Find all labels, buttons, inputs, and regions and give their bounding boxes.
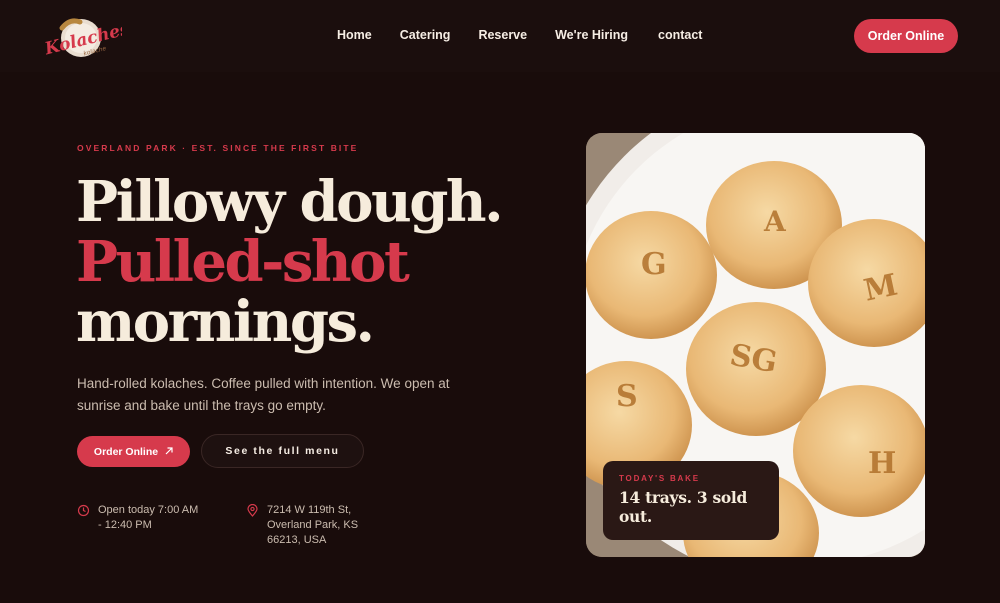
- bun-letter-g: G: [641, 247, 667, 282]
- brand-logo[interactable]: Kolaches kolache: [40, 10, 132, 64]
- nav-links: Home Catering Reserve We're Hiring conta…: [337, 28, 702, 42]
- nav-link-reserve[interactable]: Reserve: [478, 28, 527, 42]
- nav-link-catering[interactable]: Catering: [400, 28, 451, 42]
- hours-text: Open today 7:00 AM - 12:40 PM: [98, 504, 199, 531]
- bun-letter-m: M: [861, 268, 901, 309]
- nav-link-hiring[interactable]: We're Hiring: [555, 28, 628, 42]
- opening-hours: Open today 7:00 AM - 12:40 PM: [77, 503, 198, 533]
- bake-card-text: 14 trays. 3 sold out.: [619, 488, 748, 526]
- nav-link-home[interactable]: Home: [337, 28, 372, 42]
- address-text[interactable]: 7214 W 119th St, Overland Park, KS 66213…: [267, 503, 358, 548]
- location-pin-icon: [246, 503, 259, 517]
- headline-line-3: mornings.: [76, 289, 375, 355]
- clock-icon: [77, 504, 90, 517]
- store-address: 7214 W 119th St, Overland Park, KS 66213…: [246, 503, 358, 548]
- order-online-button[interactable]: Order Online: [77, 436, 190, 467]
- headline-line-2: Pulled-shot: [76, 229, 410, 295]
- bun-letter-a: A: [763, 205, 787, 238]
- hero-description: Hand-rolled kolaches. Coffee pulled with…: [77, 376, 450, 413]
- order-online-label: Order Online: [93, 445, 159, 458]
- headline-line-1: Pillowy dough.: [76, 169, 504, 235]
- bake-card-label: TODAY'S BAKE: [619, 474, 700, 483]
- full-menu-button[interactable]: See the full menu: [201, 434, 364, 468]
- bun-letter-h: H: [868, 446, 896, 481]
- order-online-nav-button[interactable]: Order Online: [854, 19, 958, 53]
- hero-eyebrow: OVERLAND PARK · EST. SINCE THE FIRST BIT…: [77, 143, 359, 153]
- hero-headline: Pillowy dough. Pulled-shot mornings.: [76, 169, 504, 355]
- bun-h: [793, 385, 925, 517]
- bun-letter-s: S: [616, 379, 638, 414]
- nav-link-contact[interactable]: contact: [658, 28, 702, 42]
- top-navigation: Kolaches kolache Home Catering Reserve W…: [0, 0, 1000, 72]
- arrow-up-right-icon: [165, 446, 173, 458]
- todays-bake-card: TODAY'S BAKE 14 trays. 3 sold out.: [603, 461, 779, 540]
